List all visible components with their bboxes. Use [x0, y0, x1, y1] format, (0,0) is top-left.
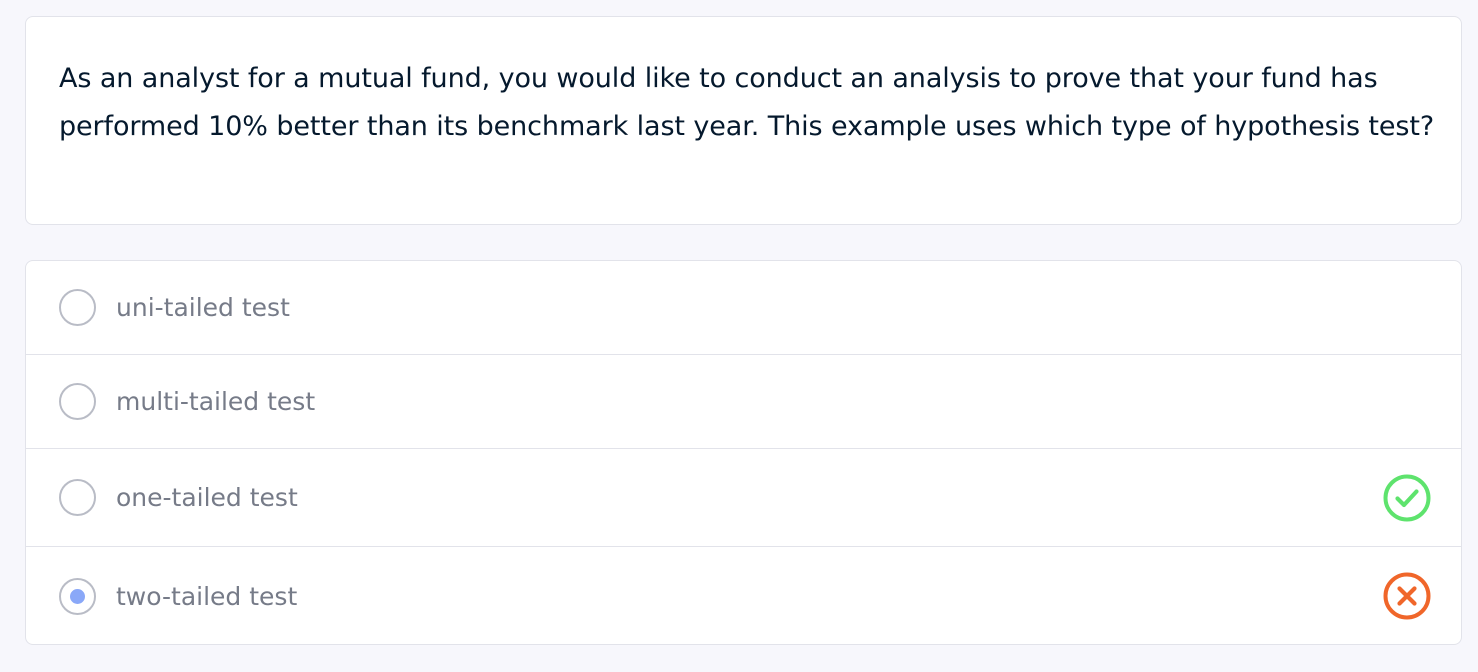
option-uni-tailed[interactable]: uni-tailed test [26, 261, 1461, 355]
radio-button[interactable] [59, 289, 96, 326]
x-circle-icon [1383, 572, 1431, 620]
question-card: As an analyst for a mutual fund, you wou… [25, 16, 1462, 225]
radio-button[interactable] [59, 383, 96, 420]
option-multi-tailed[interactable]: multi-tailed test [26, 355, 1461, 449]
option-label: uni-tailed test [116, 293, 290, 322]
answer-options: uni-tailed test multi-tailed test one-ta… [25, 260, 1462, 645]
option-label: two-tailed test [116, 581, 298, 611]
option-two-tailed[interactable]: two-tailed test [26, 547, 1461, 644]
radio-button-selected[interactable] [59, 577, 96, 615]
radio-button[interactable] [59, 479, 96, 516]
option-label: one-tailed test [116, 483, 298, 512]
option-one-tailed[interactable]: one-tailed test [26, 449, 1461, 547]
option-label: multi-tailed test [116, 387, 316, 416]
check-circle-icon [1383, 474, 1431, 521]
question-text: As an analyst for a mutual fund, you wou… [59, 63, 1435, 142]
